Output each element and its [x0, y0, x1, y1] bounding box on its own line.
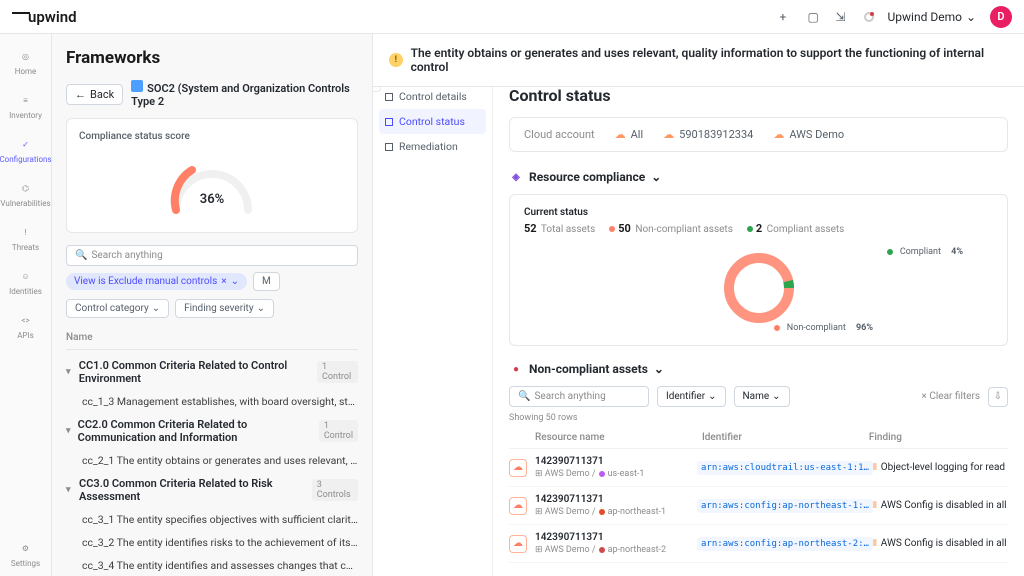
table-row[interactable]: ☁ 142390711371 ⊞ AWS Demo /ap-northeast-… — [509, 525, 1008, 563]
severity-icon: ⫴ — [873, 501, 877, 511]
current-status-label: Current status — [524, 207, 993, 218]
chevron-icon — [66, 367, 73, 377]
cloud-account-bar: Cloud account ☁All ☁590183912334 ☁AWS De… — [509, 117, 1008, 152]
compliance-icon: ◈ — [509, 170, 523, 184]
name-dropdown[interactable]: Name ⌄ — [734, 386, 790, 407]
control-category-dropdown[interactable]: Control category ⌄ — [66, 299, 169, 318]
tree-child[interactable]: cc_3_2 The entity identifies risks to th… — [66, 531, 358, 554]
check-icon: ✓ — [18, 136, 34, 152]
score-gauge: 36% — [162, 150, 262, 220]
detail-nav: Control details Control status Remediati… — [373, 74, 493, 576]
sidebar-item-threats[interactable]: !Threats — [0, 216, 51, 260]
alert-icon: ● — [509, 362, 523, 376]
sidebar-item-identities[interactable]: ☺Identities — [0, 260, 51, 304]
tree-row[interactable]: CC2.0 Common Criteria Related to Communi… — [66, 413, 358, 449]
search-input[interactable]: 🔍 Search anything — [66, 245, 358, 266]
view-filter-chip[interactable]: View is Exclude manual controls × ⌄ — [66, 273, 247, 290]
status-icon — [385, 118, 393, 126]
col-resource-name: Resource name — [535, 432, 702, 443]
compliance-score-card: Compliance status score 36% — [66, 118, 358, 233]
tab-control-status[interactable]: Control status — [379, 109, 486, 134]
tab-control-details[interactable]: Control details — [373, 84, 492, 109]
add-icon[interactable]: + — [780, 10, 794, 24]
identifier-dropdown[interactable]: Identifier ⌄ — [657, 386, 726, 407]
aws-icon: ☁ — [509, 497, 527, 515]
compliance-donut: Compliant 4% Non-compliant 96% — [524, 243, 993, 333]
org-selector[interactable]: Upwind Demo ⌄ — [888, 10, 977, 24]
detail-panel: × « ! The entity obtains or generates an… — [372, 34, 1024, 576]
page-title: Frameworks — [66, 48, 358, 68]
sidebar-item-apis[interactable]: <>APIs — [0, 304, 51, 348]
back-button[interactable]: ← Back — [66, 84, 123, 105]
chevron-icon — [66, 485, 73, 495]
sidebar-item-inventory[interactable]: ≡Inventory — [0, 84, 51, 128]
cloud-account-label: Cloud account — [524, 128, 595, 141]
cloud-icon: ☁ — [773, 128, 784, 141]
tree-child[interactable]: cc_2_1 The entity obtains or generates a… — [66, 449, 358, 472]
remediation-icon — [385, 143, 393, 151]
control-heading: The entity obtains or generates and uses… — [411, 46, 1008, 74]
cloud-icon: ☁ — [663, 128, 674, 141]
severity-icon: ⫴ — [873, 539, 877, 549]
inventory-icon: ≡ — [18, 92, 34, 108]
user-icon: ☺ — [18, 268, 34, 284]
details-icon — [385, 93, 393, 101]
col-finding: Finding — [869, 432, 1008, 443]
frameworks-panel: Frameworks ← Back SOC2 (System and Organ… — [52, 34, 372, 576]
framework-breadcrumb: SOC2 (System and Organization Controls T… — [131, 80, 358, 108]
tab-remediation[interactable]: Remediation — [373, 134, 492, 159]
table-row[interactable]: ☁ 142390711371 ⊞ AWS Demo /us-east-1 arn… — [509, 449, 1008, 487]
avatar[interactable]: D — [990, 6, 1012, 28]
more-filters-button[interactable]: M — [253, 272, 280, 291]
aws-icon: ☁ — [509, 535, 527, 553]
assets-search-input[interactable]: 🔍 Search anything — [509, 386, 649, 407]
sidebar-item-configurations[interactable]: ✓Configurations — [0, 128, 51, 172]
clear-filters-button[interactable]: × Clear filters — [922, 391, 980, 402]
compliance-box: Current status 52 Total assets 50 Non-co… — [509, 194, 1008, 346]
api-icon: <> — [18, 312, 34, 328]
activity-icon[interactable]: ⇲ — [836, 10, 850, 24]
chevron-icon — [66, 426, 72, 436]
controls-tree: Name CC1.0 Common Criteria Related to Co… — [66, 326, 358, 576]
finding-severity-dropdown[interactable]: Finding severity ⌄ — [175, 299, 274, 318]
resource-compliance-header[interactable]: ◈Resource compliance ⌄ — [509, 170, 1008, 184]
sidebar-item-home[interactable]: ◎Home — [0, 40, 51, 84]
warning-icon: ! — [389, 53, 403, 67]
soc2-icon — [131, 80, 143, 92]
tree-child[interactable]: cc_1_3 Management establishes, with boar… — [66, 390, 358, 413]
cloud-account-id[interactable]: ☁590183912334 — [663, 128, 753, 141]
settings-icon: ⚙ — [18, 540, 34, 556]
remove-chip-icon[interactable]: × — [221, 276, 226, 287]
home-icon: ◎ — [18, 48, 34, 64]
tree-row[interactable]: CC1.0 Common Criteria Related to Control… — [66, 354, 358, 390]
sidebar-item-settings[interactable]: ⚙Settings — [0, 532, 51, 576]
tree-child[interactable]: cc_3_1 The entity specifies objectives w… — [66, 508, 358, 531]
threat-icon: ! — [18, 224, 34, 240]
severity-icon: ⫴ — [873, 463, 877, 473]
cloud-icon: ☁ — [615, 128, 626, 141]
status-summary: 52 Total assets 50 Non-compliant assets … — [524, 222, 993, 235]
table-row[interactable]: ☁ 142390711371 ⊞ AWS Demo /ap-northeast-… — [509, 487, 1008, 525]
tree-child[interactable]: cc_3_4 The entity identifies and assesse… — [66, 554, 358, 576]
tree-row[interactable]: CC3.0 Common Criteria Related to Risk As… — [66, 472, 358, 508]
section-title: Control status — [509, 86, 1008, 105]
export-button[interactable]: ⇩ — [988, 387, 1008, 407]
bug-icon: ⌬ — [18, 180, 34, 196]
rows-count: Showing 50 rows — [509, 413, 1008, 423]
aws-icon: ☁ — [509, 459, 527, 477]
noncompliant-header[interactable]: ●Non-compliant assets ⌄ — [509, 362, 1008, 376]
map-icon[interactable]: ▢ — [808, 10, 822, 24]
col-identifier: Identifier — [702, 432, 869, 443]
sidebar: ◎Home ≡Inventory ✓Configurations ⌬Vulner… — [0, 0, 52, 576]
sidebar-item-vulnerabilities[interactable]: ⌬Vulnerabilities — [0, 172, 51, 216]
cloud-account-all[interactable]: ☁All — [615, 128, 644, 141]
cloud-account-name[interactable]: ☁AWS Demo — [773, 128, 844, 141]
score-label: Compliance status score — [79, 131, 345, 142]
brand-logo[interactable]: upwind — [12, 8, 77, 26]
status-indicator[interactable] — [864, 12, 874, 22]
name-column-header: Name — [66, 326, 358, 350]
